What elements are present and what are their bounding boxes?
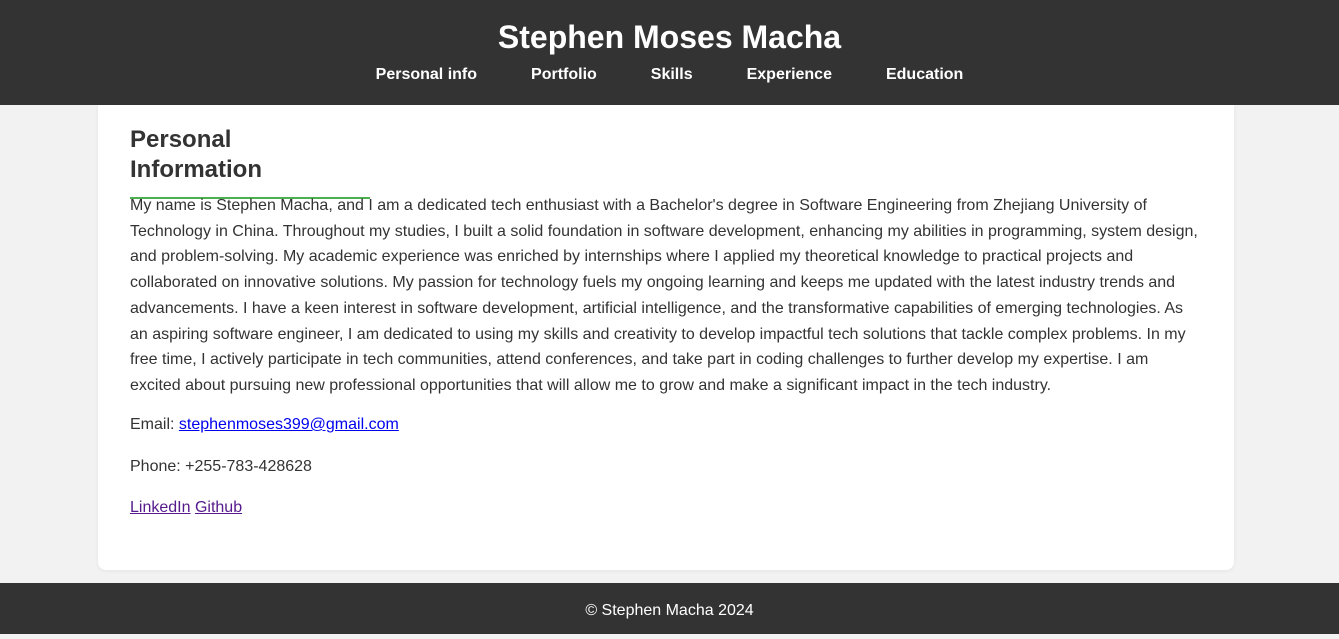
phone-value: +255-783-428628 [185, 458, 312, 475]
github-link[interactable]: Github [195, 499, 242, 516]
nav-personal-info[interactable]: Personal info [349, 65, 504, 85]
site-header: Stephen Moses Macha Personal info Portfo… [0, 0, 1339, 105]
linkedin-link[interactable]: LinkedIn [130, 499, 191, 516]
section-heading: Personal Information [130, 125, 370, 199]
nav-experience[interactable]: Experience [720, 65, 859, 85]
main-nav: Personal info Portfolio Skills Experienc… [0, 65, 1339, 85]
phone-line: Phone: +255-783-428628 [130, 457, 312, 477]
bio-paragraph: My name is Stephen Macha, and I am a ded… [130, 197, 1198, 394]
personal-info-card: Personal Information My name is Stephen … [98, 105, 1234, 570]
nav-education[interactable]: Education [859, 65, 990, 85]
phone-label: Phone: [130, 458, 186, 475]
email-link[interactable]: stephenmoses399@gmail.com [179, 416, 399, 433]
social-links: LinkedIn Github [130, 498, 242, 518]
nav-portfolio[interactable]: Portfolio [504, 65, 624, 85]
email-label: Email: [130, 416, 179, 433]
footer-copyright: © Stephen Macha 2024 [585, 602, 754, 619]
site-footer: © Stephen Macha 2024 [0, 583, 1339, 634]
email-line: Email: stephenmoses399@gmail.com [130, 415, 399, 435]
nav-skills[interactable]: Skills [624, 65, 720, 85]
site-title: Stephen Moses Macha [497, 19, 842, 55]
